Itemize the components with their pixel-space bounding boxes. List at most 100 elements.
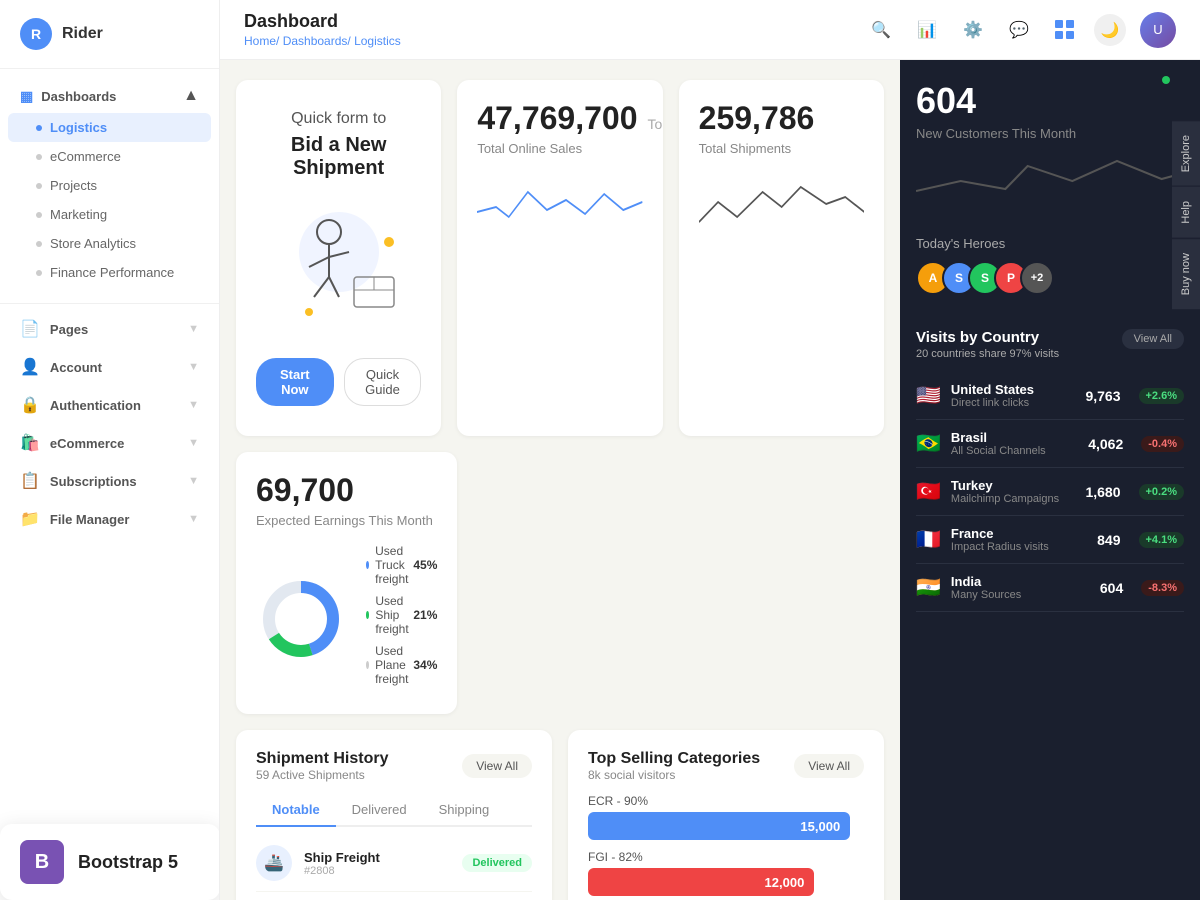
- account-icon: 👤: [20, 357, 40, 377]
- sidebar-item-ecommerce2[interactable]: 🛍️ eCommerce ▼: [0, 424, 219, 462]
- customers-label: New Customers This Month: [916, 126, 1184, 141]
- shipment-subtitle: 59 Active Shipments: [256, 768, 388, 782]
- top-selling-subtitle: 8k social visitors: [588, 768, 760, 782]
- sidebar-item-filemanager[interactable]: 📁 File Manager ▼: [0, 500, 219, 538]
- country-name-1: Brasil: [951, 430, 1078, 445]
- subscriptions-icon: 📋: [20, 471, 40, 491]
- country-source-1: All Social Channels: [951, 445, 1078, 457]
- topbar-title-area: Dashboard Home/ Dashboards/ Logistics: [244, 11, 401, 48]
- top-selling-view-all[interactable]: View All: [794, 754, 864, 778]
- sidebar-item-authentication[interactable]: 🔒 Authentication ▼: [0, 386, 219, 424]
- bootstrap-label: Bootstrap 5: [78, 852, 178, 873]
- dark-mode-toggle[interactable]: 🌙: [1094, 14, 1126, 46]
- flag-2: 🇹🇷: [916, 479, 941, 504]
- visits-by-country: Visits by Country 20 countries share 97%…: [900, 311, 1200, 900]
- country-view-all[interactable]: View All: [1122, 329, 1184, 349]
- dashboards-label: Dashboards: [41, 89, 116, 104]
- sidebar: R Rider ▦ Dashboards ▲ Logistics eCommer…: [0, 0, 220, 900]
- top-selling-header-text: Top Selling Categories 8k social visitor…: [588, 750, 760, 782]
- sidebar-logo[interactable]: R Rider: [0, 0, 219, 69]
- country-item-0: 🇺🇸 United States Direct link clicks 9,76…: [916, 372, 1184, 420]
- top-selling-bars: ECR - 90% 15,000 FGI - 82% 12,000 EOQ - …: [588, 794, 864, 900]
- tab-delivered[interactable]: Delivered: [336, 794, 423, 827]
- shipments-label: Total Shipments: [699, 141, 864, 156]
- flag-0: 🇺🇸: [916, 383, 941, 408]
- chart-icon[interactable]: 📊: [911, 14, 943, 46]
- shipment-view-all[interactable]: View All: [462, 754, 532, 778]
- floating-tab-explore[interactable]: Explore: [1172, 120, 1200, 186]
- shipment-item-2: ✈️ Air Hotel #1234 Shipping: [256, 892, 532, 900]
- sidebar-item-marketing[interactable]: Marketing: [0, 200, 219, 229]
- page-title: Dashboard: [244, 11, 401, 32]
- sidebar-item-finance-performance[interactable]: Finance Performance: [0, 258, 219, 287]
- breadcrumb: Home/ Dashboards/ Logistics: [244, 34, 401, 48]
- sidebar-item-store-analytics[interactable]: Store Analytics: [0, 229, 219, 258]
- shipments-value: 259,786: [699, 100, 815, 137]
- dashboards-icon: ▦: [20, 88, 33, 105]
- sidebar-item-pages[interactable]: 📄 Pages ▼: [0, 310, 219, 348]
- earnings-label: Expected Earnings This Month: [256, 513, 437, 528]
- country-info-2: Turkey Mailchimp Campaigns: [951, 478, 1076, 505]
- sidebar-item-subscriptions[interactable]: 📋 Subscriptions ▼: [0, 462, 219, 500]
- donut-legend: Used Truck freight 45% Used Ship freight…: [366, 544, 437, 694]
- chevron-down-icon: ▼: [188, 437, 199, 449]
- shipments-chart: [699, 172, 864, 232]
- shipment-item-1: 🚢 Ship Freight #2808 Delivered: [256, 835, 532, 892]
- sidebar-item-logistics[interactable]: Logistics: [8, 113, 211, 142]
- search-icon[interactable]: 🔍: [865, 14, 897, 46]
- quick-guide-button[interactable]: Quick Guide: [344, 358, 422, 406]
- country-list: 🇺🇸 United States Direct link clicks 9,76…: [916, 372, 1184, 612]
- total-shipments-card: 259,786 Total Shipments: [679, 80, 884, 436]
- floating-tab-help[interactable]: Help: [1172, 186, 1200, 238]
- user-avatar[interactable]: U: [1140, 12, 1176, 48]
- settings-icon[interactable]: ⚙️: [957, 14, 989, 46]
- chevron-down-icon: ▼: [188, 475, 199, 487]
- sidebar-item-ecommerce[interactable]: eCommerce: [0, 142, 219, 171]
- apps-icon[interactable]: [1049, 14, 1080, 45]
- country-source-0: Direct link clicks: [951, 397, 1076, 409]
- pages-icon: 📄: [20, 319, 40, 339]
- top-selling-header: Top Selling Categories 8k social visitor…: [588, 750, 864, 782]
- shipment-header: Shipment History 59 Active Shipments Vie…: [256, 750, 532, 782]
- floating-tab-buy-now[interactable]: Buy now: [1172, 238, 1200, 309]
- sidebar-item-account[interactable]: 👤 Account ▼: [0, 348, 219, 386]
- dashboards-group[interactable]: ▦ Dashboards ▲: [0, 79, 219, 113]
- country-source-3: Impact Radius visits: [951, 541, 1087, 553]
- bar-track-0: 15,000: [588, 812, 850, 840]
- country-source-4: Many Sources: [951, 589, 1090, 601]
- ship-id-1: #2808: [304, 865, 450, 877]
- shipment-header-text: Shipment History 59 Active Shipments: [256, 750, 388, 782]
- dark-top-area: 604 New Customers This Month Today's Her…: [900, 60, 1200, 311]
- heroes-avatars: A S S P +2: [916, 261, 1184, 295]
- donut-chart: [256, 574, 346, 664]
- dashboards-section: ▦ Dashboards ▲ Logistics eCommerce Proje…: [0, 69, 219, 297]
- tab-notable[interactable]: Notable: [256, 794, 336, 827]
- hero-avatar-5: +2: [1020, 261, 1054, 295]
- country-item-1: 🇧🇷 Brasil All Social Channels 4,062 -0.4…: [916, 420, 1184, 468]
- main-content: Dashboard Home/ Dashboards/ Logistics 🔍 …: [220, 0, 1200, 900]
- breadcrumb-home: Home/: [244, 34, 283, 48]
- country-item-3: 🇫🇷 France Impact Radius visits 849 +4.1%: [916, 516, 1184, 564]
- online-dot: [1162, 76, 1170, 84]
- country-item-4: 🇮🇳 India Many Sources 604 -8.3%: [916, 564, 1184, 612]
- topbar-actions: 🔍 📊 ⚙️ 💬 🌙 U: [865, 12, 1176, 48]
- logo-icon: R: [20, 18, 52, 50]
- flag-4: 🇮🇳: [916, 575, 941, 600]
- chat-icon[interactable]: 💬: [1003, 14, 1035, 46]
- country-visits-1: 4,062: [1088, 436, 1123, 452]
- heroes-title: Today's Heroes: [916, 236, 1184, 251]
- dot-icon: [36, 125, 42, 131]
- customers-chart: [916, 151, 1184, 201]
- start-now-button[interactable]: Start Now: [256, 358, 334, 406]
- chevron-down-icon: ▼: [188, 323, 199, 335]
- tab-shipping[interactable]: Shipping: [423, 794, 506, 827]
- filemanager-icon: 📁: [20, 509, 40, 529]
- sidebar-item-projects[interactable]: Projects: [0, 171, 219, 200]
- flag-3: 🇫🇷: [916, 527, 941, 552]
- bootstrap-icon: B: [20, 840, 64, 884]
- breadcrumb-logistics[interactable]: Logistics: [354, 34, 401, 48]
- bid-card: Quick form to Bid a New Shipment: [236, 80, 441, 436]
- dot-icon: [36, 212, 42, 218]
- bid-buttons: Start Now Quick Guide: [256, 358, 421, 406]
- top-cards-row: Quick form to Bid a New Shipment: [236, 80, 884, 436]
